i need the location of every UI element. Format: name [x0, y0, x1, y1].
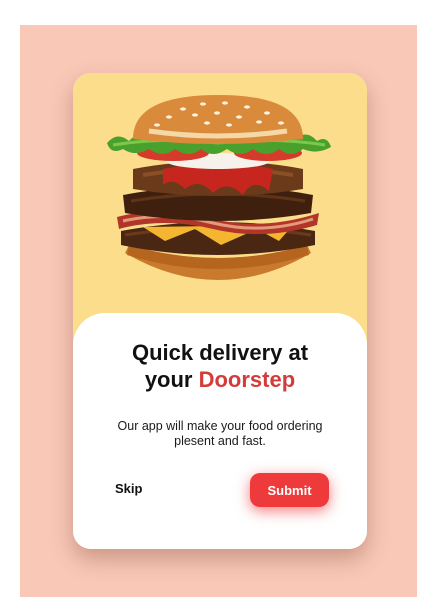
hero-panel [73, 73, 367, 343]
title-line-2-prefix: your [144, 367, 199, 392]
content-sheet: Quick delivery at your Doorstep Our app … [73, 313, 367, 549]
page-title: Quick delivery at your Doorstep [73, 339, 367, 393]
description-text: Our app will make your food ordering ple… [117, 419, 323, 448]
onboarding-card: Quick delivery at your Doorstep Our app … [73, 73, 367, 549]
burger-image [107, 95, 331, 280]
submit-button[interactable]: Submit [250, 473, 329, 507]
title-line-1: Quick delivery at [131, 340, 309, 365]
skip-button[interactable]: Skip [115, 481, 142, 496]
title-accent: Doorstep [198, 367, 296, 392]
